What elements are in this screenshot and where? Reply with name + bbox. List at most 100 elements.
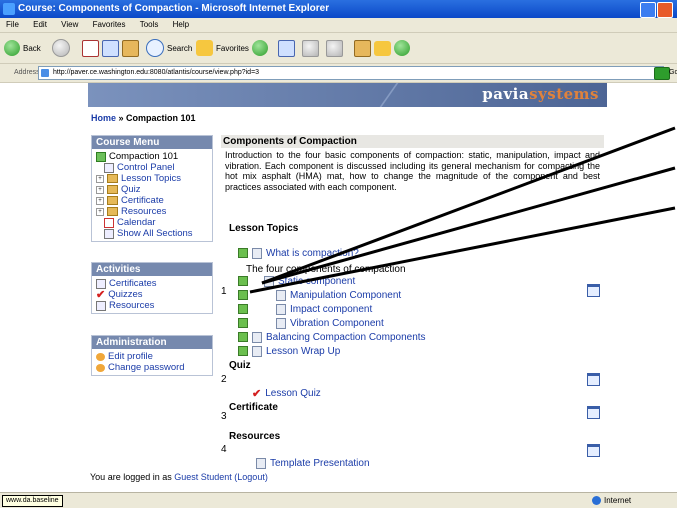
checkmark-icon: ✔	[96, 289, 106, 301]
back-button[interactable]: Back	[4, 39, 41, 57]
expand-icon[interactable]: +	[96, 196, 104, 205]
messenger-button[interactable]	[394, 39, 410, 57]
highlight-icon	[238, 248, 248, 258]
go-button[interactable]	[654, 67, 670, 80]
lesson-item-static[interactable]: Static component	[238, 275, 355, 287]
mail-icon	[278, 39, 295, 57]
move-window-icon[interactable]	[587, 444, 600, 457]
control-panel-icon	[104, 162, 114, 173]
favorites-star-icon	[196, 40, 213, 56]
print-button[interactable]	[302, 39, 319, 57]
user-icon	[96, 352, 105, 361]
edit-icon	[326, 39, 343, 57]
lesson-quiz-link[interactable]: ✔ Lesson Quiz	[252, 387, 321, 400]
search-button[interactable]: Search	[146, 39, 192, 57]
research-button[interactable]	[374, 39, 391, 57]
folder-icon	[354, 39, 371, 57]
expand-icon[interactable]: +	[96, 174, 104, 183]
history-button[interactable]	[252, 39, 268, 57]
expand-icon[interactable]: +	[96, 185, 104, 194]
ie-icon	[3, 3, 15, 15]
menu-favorites[interactable]: Favorites	[93, 20, 126, 29]
forward-arrow-icon	[52, 39, 70, 57]
refresh-button[interactable]	[102, 39, 119, 57]
sections-icon	[104, 228, 114, 239]
course-menu-block: Course Menu Compaction 101 Control Panel…	[91, 135, 213, 242]
move-window-icon[interactable]	[587, 373, 600, 386]
activity-resources-link[interactable]: Resources	[92, 300, 212, 311]
lesson-item-what-is-compaction[interactable]: What is compaction?	[238, 247, 359, 259]
section-heading: Components of Compaction	[221, 135, 604, 148]
home-button[interactable]	[122, 39, 139, 57]
status-tooltip: www.da.baseline	[2, 495, 63, 507]
research-icon	[374, 40, 391, 56]
menu-view[interactable]: View	[61, 20, 78, 29]
forward-button[interactable]	[52, 39, 70, 57]
move-window-icon[interactable]	[587, 406, 600, 419]
quizzes-link[interactable]: ✔ Quizzes	[92, 289, 212, 301]
lesson-item-balancing[interactable]: Balancing Compaction Components	[238, 331, 426, 343]
page-icon	[252, 345, 262, 357]
quiz-check-icon: ✔	[252, 387, 262, 400]
lesson-item-wrap-up[interactable]: Lesson Wrap Up	[238, 345, 340, 357]
highlight-icon	[238, 318, 248, 328]
lesson-item-manipulation[interactable]: Manipulation Component	[238, 289, 401, 301]
course-icon	[96, 151, 106, 162]
menu-edit[interactable]: Edit	[33, 20, 47, 29]
menu-file[interactable]: File	[6, 20, 19, 29]
section-number-3: 3	[221, 411, 227, 422]
resources-link[interactable]: + Resources	[92, 206, 212, 217]
calendar-icon	[104, 217, 114, 228]
menu-bar: File Edit View Favorites Tools Help	[0, 18, 677, 33]
section-number-2: 2	[221, 374, 227, 385]
edit-button[interactable]	[326, 39, 343, 57]
certificate-link[interactable]: + Certificate	[92, 195, 212, 206]
breadcrumb-home-link[interactable]: Home	[91, 113, 116, 123]
highlight-icon	[238, 290, 248, 300]
template-presentation-link[interactable]: Template Presentation	[256, 457, 370, 469]
show-all-sections-link[interactable]: Show All Sections	[92, 228, 212, 239]
page-icon	[276, 303, 286, 315]
print-icon	[302, 39, 319, 57]
stop-button[interactable]	[82, 39, 99, 57]
lesson-topics-link[interactable]: + Lesson Topics	[92, 173, 212, 184]
activities-block: Activities Certificates ✔ Quizzes Resourc…	[91, 262, 213, 314]
change-password-link[interactable]: Change password	[92, 362, 212, 373]
folder-button[interactable]	[354, 39, 371, 57]
key-user-icon	[96, 363, 105, 372]
expand-icon[interactable]: +	[96, 207, 104, 216]
resources-title: Resources	[229, 431, 281, 442]
guest-student-link[interactable]: Guest Student	[174, 472, 232, 482]
section-number-4: 4	[221, 444, 227, 455]
course-home-item[interactable]: Compaction 101	[92, 151, 212, 162]
address-label: Address	[14, 69, 40, 76]
certificates-link[interactable]: Certificates	[92, 278, 212, 289]
security-zone: Internet	[592, 493, 631, 508]
lesson-topics-title: Lesson Topics	[229, 223, 299, 234]
lesson-item-impact[interactable]: Impact component	[238, 303, 372, 315]
logout-link[interactable]: (Logout)	[234, 472, 268, 482]
menu-help[interactable]: Help	[173, 20, 189, 29]
site-banner: paviasystems	[88, 83, 607, 107]
calendar-link[interactable]: Calendar	[92, 217, 212, 228]
pavia-logo: paviasystems	[482, 85, 599, 103]
breadcrumb-current: Compaction 101	[126, 113, 196, 123]
menu-tools[interactable]: Tools	[140, 20, 159, 29]
go-label[interactable]: Go	[669, 64, 677, 82]
highlight-icon	[238, 332, 248, 342]
highlight-icon	[238, 346, 248, 356]
edit-profile-link[interactable]: Edit profile	[92, 351, 212, 362]
move-window-icon[interactable]	[587, 284, 600, 297]
mail-button[interactable]	[278, 39, 295, 57]
lesson-item-vibration[interactable]: Vibration Component	[238, 317, 384, 329]
address-input[interactable]: http://paver.ce.washington.edu:8080/atla…	[38, 66, 664, 80]
quiz-link[interactable]: + Quiz	[92, 184, 212, 195]
resource-icon	[96, 300, 106, 311]
administration-title: Administration	[92, 336, 212, 349]
maximize-button[interactable]	[657, 2, 673, 18]
certificate-icon	[96, 278, 106, 289]
control-panel-link[interactable]: Control Panel	[92, 162, 212, 173]
minimize-button[interactable]	[640, 2, 656, 18]
favorites-button[interactable]: Favorites	[196, 39, 249, 57]
page-icon	[41, 69, 49, 77]
